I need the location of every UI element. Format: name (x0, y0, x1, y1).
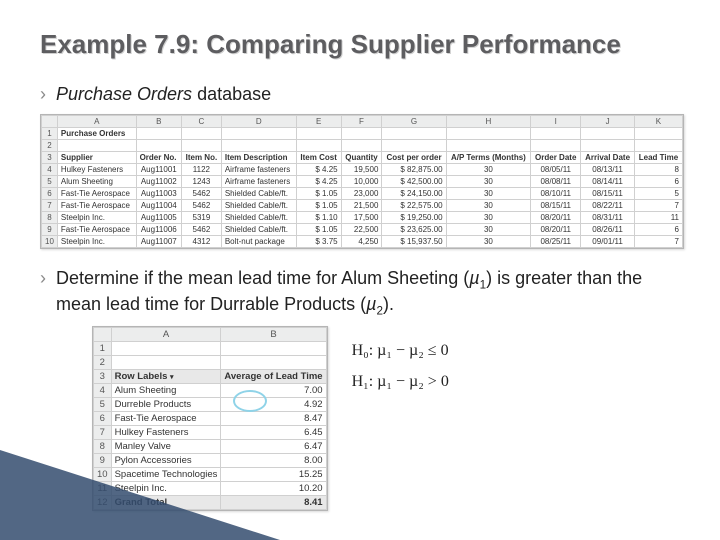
alt-hypothesis: H₁: µ₁ − µ₂ > 0 (352, 367, 449, 397)
bullet-1: › Purchase Orders database (40, 83, 684, 106)
hypotheses-block: H₀: µ₁ − µ₂ ≤ 0 H₁: µ₁ − µ₂ > 0 (352, 336, 449, 397)
decorative-triangle (0, 450, 280, 540)
bullet-2: › Determine if the mean lead time for Al… (40, 267, 684, 319)
bullet-2-text: Determine if the mean lead time for Alum… (56, 267, 684, 319)
bullet-arrow-icon: › (40, 267, 46, 319)
slide-title: Example 7.9: Comparing Supplier Performa… (40, 28, 684, 61)
bullet-1-text: Purchase Orders database (56, 83, 684, 106)
bullet-arrow-icon: › (40, 83, 46, 106)
purchase-orders-table: ABCDEFGHIJK1Purchase Orders23SupplierOrd… (40, 114, 684, 249)
null-hypothesis: H₀: µ₁ − µ₂ ≤ 0 (352, 336, 449, 366)
